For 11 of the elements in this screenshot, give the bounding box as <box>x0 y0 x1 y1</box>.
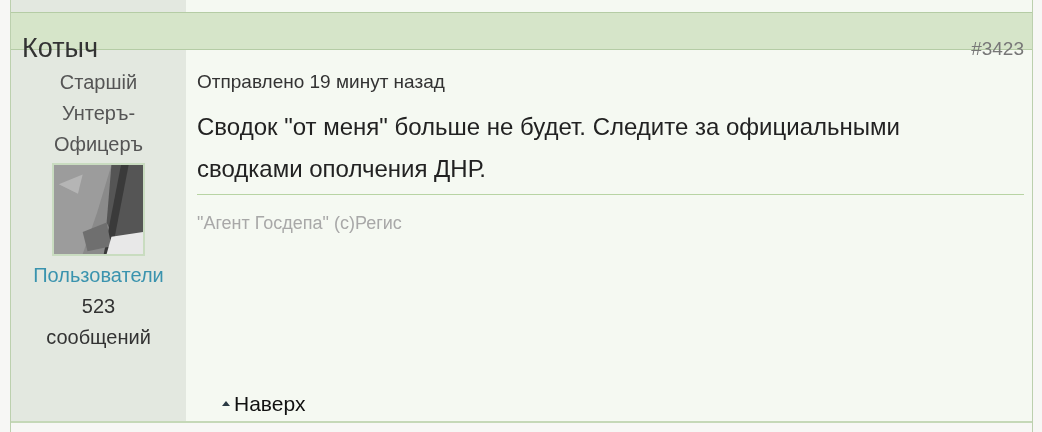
user-group-link[interactable]: Пользователи <box>11 260 186 291</box>
caret-up-icon <box>222 400 230 407</box>
signature: "Агент Госдепа" (c)Регис <box>197 211 403 235</box>
user-rank: Старшій Унтеръ-Офицеръ <box>52 70 145 157</box>
back-to-top-link[interactable]: Наверх <box>222 387 306 419</box>
author-name: Котыч <box>22 35 98 62</box>
post-count-label: сообщений <box>45 325 152 350</box>
post-message: Сводок "от меня" больше не будет. Следите за официальными сводками ополчения ДНР. <box>197 105 1024 195</box>
post-date: Отправлено 19 минут назад <box>197 70 446 94</box>
post-number[interactable]: #3423 <box>971 39 1024 58</box>
post-count: 523 <box>80 294 117 319</box>
